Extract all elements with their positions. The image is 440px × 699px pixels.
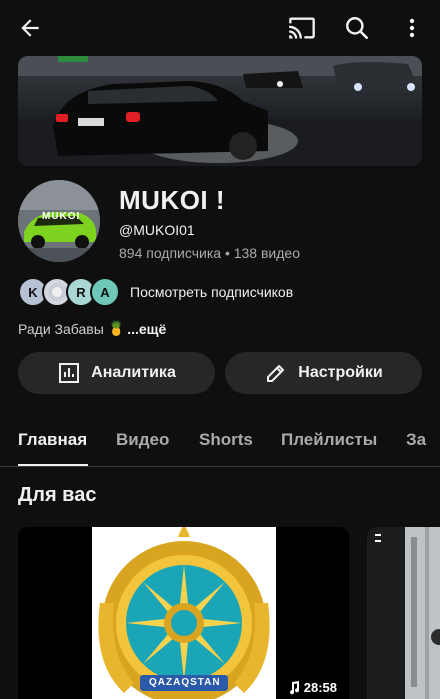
avatar-label: MUKOI bbox=[42, 211, 81, 222]
view-subscribers-link[interactable]: Посмотреть подписчиков bbox=[130, 284, 293, 300]
tab-next-partial[interactable]: За bbox=[406, 430, 426, 450]
channel-banner bbox=[18, 56, 422, 166]
channel-description[interactable]: Ради Забавы 🍍 ...ещё bbox=[18, 320, 166, 337]
video-thumbnail-partial bbox=[367, 527, 440, 699]
description-more-link[interactable]: ...ещё bbox=[127, 321, 166, 337]
video-duration-badge: 28:58 bbox=[283, 678, 341, 697]
channel-tabs: Главная Видео Shorts Плейлисты За bbox=[0, 420, 440, 466]
description-text: Ради Забавы bbox=[18, 320, 104, 337]
more-options-button[interactable] bbox=[396, 12, 428, 44]
tab-shorts[interactable]: Shorts bbox=[199, 430, 253, 450]
more-vertical-icon bbox=[409, 18, 415, 38]
analytics-icon bbox=[59, 363, 80, 383]
tabs-divider bbox=[0, 466, 440, 467]
search-icon bbox=[346, 17, 369, 40]
video-card[interactable]: QAZAQSTAN 28:58 bbox=[18, 527, 349, 699]
search-button[interactable] bbox=[341, 12, 373, 44]
video-card-partial[interactable] bbox=[367, 527, 440, 699]
cast-icon bbox=[289, 17, 315, 39]
subscriber-photo bbox=[48, 283, 66, 301]
cast-button[interactable] bbox=[286, 12, 318, 44]
tab-playlists[interactable]: Плейлисты bbox=[281, 430, 377, 450]
pineapple-icon: 🍍 bbox=[107, 320, 126, 336]
settings-button[interactable]: Настройки bbox=[225, 352, 422, 394]
back-button[interactable] bbox=[14, 12, 46, 44]
settings-label: Настройки bbox=[298, 364, 383, 381]
banner-car-image bbox=[18, 56, 422, 166]
duration-text: 28:58 bbox=[303, 680, 337, 695]
subscribers-row[interactable]: K R A Посмотреть подписчиков bbox=[18, 277, 293, 307]
channel-stats: 894 подписчика • 138 видео bbox=[119, 245, 300, 261]
tab-home[interactable]: Главная bbox=[18, 430, 87, 450]
arrow-left-icon bbox=[21, 19, 39, 37]
channel-avatar[interactable]: MUKOI bbox=[18, 180, 100, 262]
video-thumbnail bbox=[18, 527, 349, 699]
pencil-icon bbox=[267, 365, 285, 382]
tab-videos[interactable]: Видео bbox=[116, 430, 169, 450]
subscriber-avatar: A bbox=[90, 277, 120, 307]
section-title: Для вас bbox=[18, 484, 97, 506]
music-note-icon bbox=[289, 680, 299, 694]
emblem-text: QAZAQSTAN bbox=[149, 677, 221, 688]
analytics-label: Аналитика bbox=[91, 364, 176, 381]
analytics-button[interactable]: Аналитика bbox=[18, 352, 215, 394]
top-app-bar bbox=[0, 0, 440, 56]
channel-handle: @MUKOI01 bbox=[119, 222, 195, 238]
channel-name: MUKOI ! bbox=[119, 185, 226, 215]
